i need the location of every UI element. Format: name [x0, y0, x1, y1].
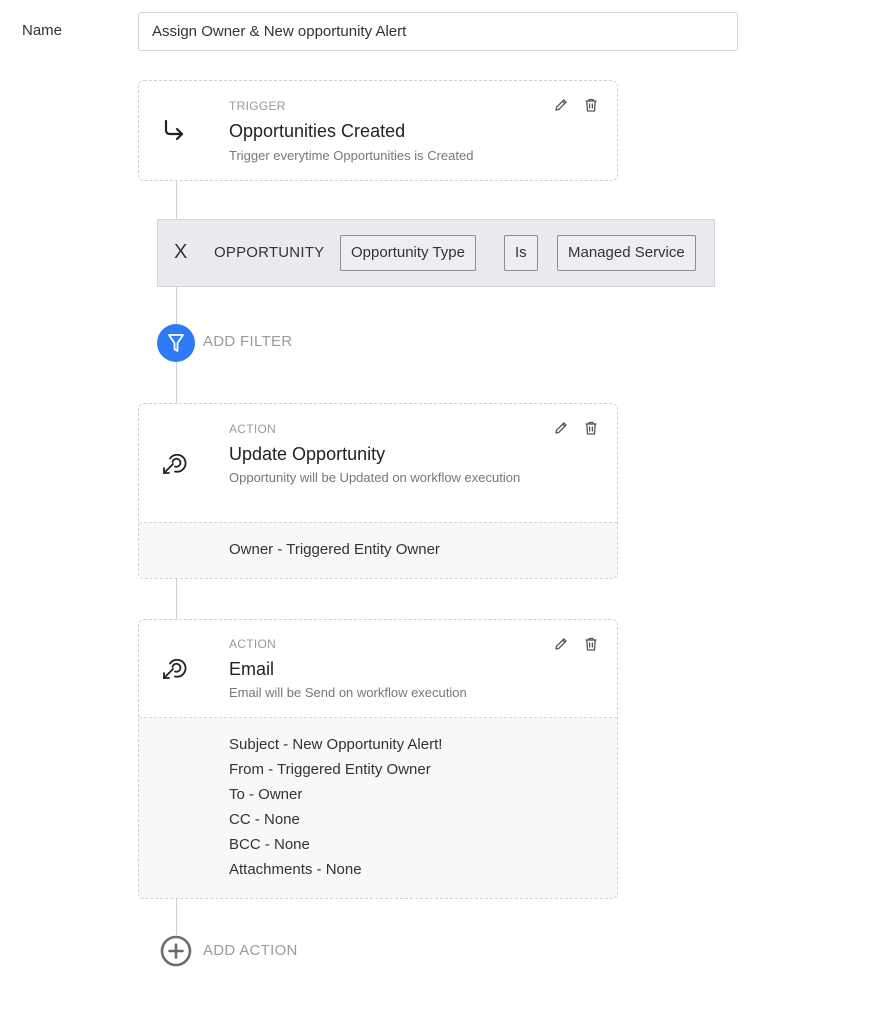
trigger-kind: TRIGGER	[229, 99, 286, 113]
filter-condition-row: X OPPORTUNITY Opportunity Type Is Manage…	[157, 219, 715, 287]
connector-line	[176, 362, 177, 403]
plus-circle-icon[interactable]	[160, 935, 192, 967]
action-detail-line: To - Owner	[229, 786, 303, 803]
remove-filter-button[interactable]: X	[174, 241, 187, 264]
action-kind: ACTION	[229, 422, 277, 436]
connector-line	[176, 578, 177, 619]
connector-line	[176, 180, 177, 220]
filter-field-chip[interactable]: Opportunity Type	[340, 235, 476, 271]
add-filter-button[interactable]	[157, 324, 195, 362]
action-title: Update Opportunity	[229, 444, 386, 464]
name-label: Name	[22, 22, 63, 39]
edit-icon[interactable]	[553, 636, 569, 652]
action-details: Owner - Triggered Entity Owner	[139, 522, 617, 578]
trigger-description: Trigger everytime Opportunities is Creat…	[229, 148, 474, 163]
trash-icon[interactable]	[583, 636, 599, 652]
trash-icon[interactable]	[583, 420, 599, 436]
trigger-title: Opportunities Created	[229, 121, 406, 141]
filter-value-chip[interactable]: Managed Service	[557, 235, 696, 271]
trigger-card: TRIGGER Opportunities Created Trigger ev…	[138, 80, 618, 181]
add-action-label[interactable]: ADD ACTION	[203, 942, 298, 959]
action-detail-line: Subject - New Opportunity Alert!	[229, 736, 443, 753]
edit-icon[interactable]	[553, 420, 569, 436]
edit-icon[interactable]	[553, 97, 569, 113]
filter-operator-chip[interactable]: Is	[504, 235, 538, 271]
action-description: Email will be Send on workflow execution	[229, 685, 467, 700]
action-detail-line: From - Triggered Entity Owner	[229, 761, 431, 778]
trash-icon[interactable]	[583, 97, 599, 113]
connector-line	[176, 286, 177, 324]
action-kind: ACTION	[229, 637, 277, 651]
connector-line	[176, 898, 177, 935]
name-input[interactable]	[138, 12, 738, 51]
action-title: Email	[229, 659, 275, 679]
action-detail-line: BCC - None	[229, 836, 310, 853]
funnel-icon	[168, 334, 184, 352]
action-details: Subject - New Opportunity Alert! From - …	[139, 717, 617, 898]
action-description: Opportunity will be Updated on workflow …	[229, 470, 521, 485]
add-filter-label[interactable]: ADD FILTER	[203, 333, 292, 350]
action-detail-line: Owner - Triggered Entity Owner	[229, 541, 440, 558]
action-icon	[163, 658, 187, 679]
action-detail-line: Attachments - None	[229, 861, 362, 878]
arrow-turn-right-icon	[164, 119, 184, 141]
action-detail-line: CC - None	[229, 811, 300, 828]
filter-entity-label: OPPORTUNITY	[214, 244, 325, 261]
action-card-email: ACTION Email Email will be Send on workf…	[138, 619, 618, 899]
action-icon	[163, 453, 187, 474]
action-card-update-opportunity: ACTION Update Opportunity Opportunity wi…	[138, 403, 618, 579]
